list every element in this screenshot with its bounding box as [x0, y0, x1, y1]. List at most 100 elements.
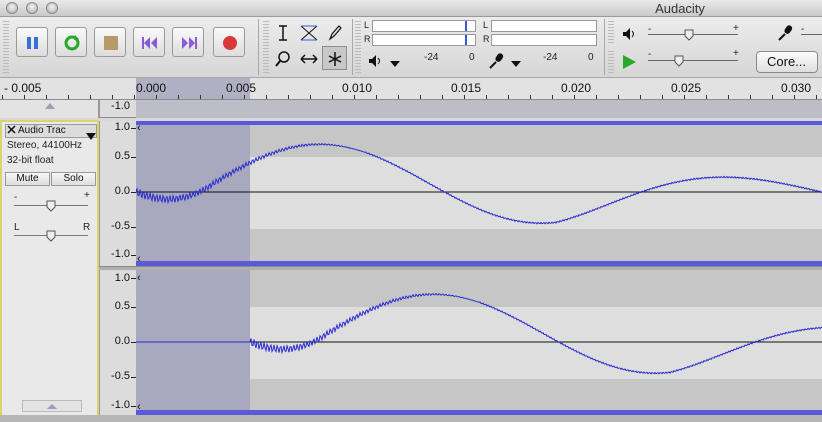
- horizontal-scroll-area[interactable]: [0, 415, 822, 422]
- svg-text:‹: ‹: [137, 122, 141, 134]
- ruler-tick: [266, 95, 267, 99]
- skip-to-end-icon: [182, 37, 197, 49]
- meter-grip[interactable]: [355, 21, 361, 73]
- scale-label: -0.5: [111, 370, 130, 382]
- mixer-grip[interactable]: [608, 21, 614, 45]
- svg-text:‹: ‹: [137, 401, 141, 413]
- ruler-tick-label: 0.010: [342, 81, 373, 95]
- chevron-down-icon: [511, 61, 521, 67]
- scale-label: 0.0: [114, 185, 130, 197]
- zoom-tool[interactable]: [270, 46, 295, 70]
- ruler-tick-label: - 0.005: [4, 81, 42, 95]
- ruler-tick: [684, 95, 685, 99]
- timeline-ruler[interactable]: - 0.005 0.000 0.005 0.010 0.015 0.020 0.…: [0, 78, 822, 100]
- track-name-menu[interactable]: Audio Trac: [5, 124, 97, 138]
- audio-host-dropdown[interactable]: Core...: [756, 51, 818, 73]
- slider-thumb-icon: [674, 55, 684, 67]
- ruler-tick: [310, 95, 311, 99]
- play-at-speed-button[interactable]: [620, 53, 638, 76]
- time-shift-tool[interactable]: [295, 46, 320, 70]
- pencil-icon: [328, 25, 342, 41]
- ruler-tick: [486, 95, 487, 99]
- scale-label: 1.0: [114, 121, 130, 133]
- stop-icon: [104, 36, 118, 50]
- left-channel-clip-top: [136, 121, 822, 125]
- track-close-button[interactable]: [7, 125, 17, 137]
- left-channel-scale[interactable]: 1.0 0.5 0.0 -0.5 -1.0: [99, 121, 136, 266]
- title-bar: Audacity: [0, 0, 822, 17]
- output-meter-right: [372, 34, 476, 46]
- ruler-tick: [618, 95, 619, 99]
- ruler-tick: [332, 95, 333, 99]
- input-meter-tick: 0: [588, 52, 594, 63]
- output-meter-dropdown[interactable]: [389, 56, 403, 70]
- skip-to-end-button[interactable]: [172, 27, 204, 57]
- pause-button[interactable]: [16, 27, 48, 57]
- record-icon: [223, 36, 237, 50]
- input-meter-dropdown[interactable]: [510, 56, 524, 70]
- waveform-display[interactable]: ‹ ‹ ‹ ‹: [136, 121, 822, 416]
- track-menu-arrow[interactable]: [86, 128, 96, 146]
- envelope-tool[interactable]: [295, 20, 320, 44]
- tools-grip[interactable]: [263, 21, 269, 73]
- ruler-tick: [46, 95, 47, 99]
- collapse-arrow-icon[interactable]: [44, 102, 56, 110]
- ibeam-icon: [279, 25, 287, 41]
- skip-to-start-button[interactable]: [133, 27, 165, 57]
- scale-label: -1.0: [111, 399, 130, 411]
- speed-minus: -: [648, 49, 652, 60]
- input-meter-button[interactable]: [487, 52, 505, 75]
- ruler-tick: [134, 95, 135, 99]
- toolbar-grip[interactable]: [3, 21, 9, 73]
- ruler-tick-label: 0.030: [781, 81, 812, 95]
- slider-thumb-icon: [684, 29, 694, 41]
- window-title: Audacity: [655, 1, 705, 16]
- selection-tool[interactable]: [270, 20, 295, 44]
- svg-text:‹: ‹: [137, 272, 141, 284]
- draw-tool[interactable]: [322, 20, 347, 44]
- multi-tool[interactable]: [322, 46, 347, 70]
- minimize-window-button[interactable]: [26, 2, 38, 14]
- chevron-down-icon: [390, 61, 400, 67]
- output-meter-left: [372, 20, 476, 32]
- speed-grip[interactable]: [608, 51, 614, 73]
- ruler-tick-label: 0.020: [561, 81, 592, 95]
- gain-plus-label: +: [84, 190, 90, 201]
- speed-slider[interactable]: [674, 54, 684, 72]
- ruler-tick: [244, 95, 245, 99]
- gain-slider[interactable]: [46, 199, 56, 212]
- output-meter-tick: 0: [469, 52, 475, 63]
- ruler-tick: [596, 95, 597, 99]
- close-window-button[interactable]: [6, 2, 18, 14]
- play-button[interactable]: [55, 27, 87, 57]
- record-button[interactable]: [213, 27, 245, 57]
- solo-button[interactable]: Solo: [51, 172, 96, 186]
- zoom-window-button[interactable]: [46, 2, 58, 14]
- stop-button[interactable]: [94, 27, 126, 57]
- ruler-tick: [706, 95, 707, 99]
- ruler-tick: [640, 95, 641, 99]
- mute-button[interactable]: Mute: [5, 172, 50, 186]
- slider-thumb-icon: [46, 230, 56, 242]
- output-meter-left-label: L: [364, 20, 370, 30]
- output-meter-button[interactable]: [368, 54, 384, 73]
- chevron-down-icon: [86, 133, 96, 140]
- speed-plus: +: [733, 48, 739, 59]
- skip-to-start-icon: [142, 37, 157, 49]
- output-volume-slider[interactable]: [684, 28, 694, 46]
- close-icon: [7, 125, 16, 134]
- output-volume-plus: +: [733, 23, 739, 34]
- input-meter-left: [491, 20, 597, 32]
- previous-track-scale: -1.0: [99, 100, 136, 118]
- right-channel-scale[interactable]: 1.0 0.5 0.0 -0.5 -1.0: [99, 270, 136, 416]
- pan-slider[interactable]: [46, 229, 56, 242]
- toolbar: L R -24 0 L R -24 0 - + - - +: [0, 17, 822, 78]
- microphone-icon: [778, 25, 793, 41]
- input-meter-right-label: R: [483, 34, 490, 44]
- track-collapse-button[interactable]: [22, 400, 82, 412]
- scale-label: 0.0: [114, 335, 130, 347]
- track-control-panel: Audio Trac Stereo, 44100Hz 32-bit float …: [0, 120, 99, 417]
- ruler-tick: [156, 95, 157, 99]
- ruler-tick: [178, 95, 179, 99]
- input-meter-left-label: L: [483, 20, 489, 30]
